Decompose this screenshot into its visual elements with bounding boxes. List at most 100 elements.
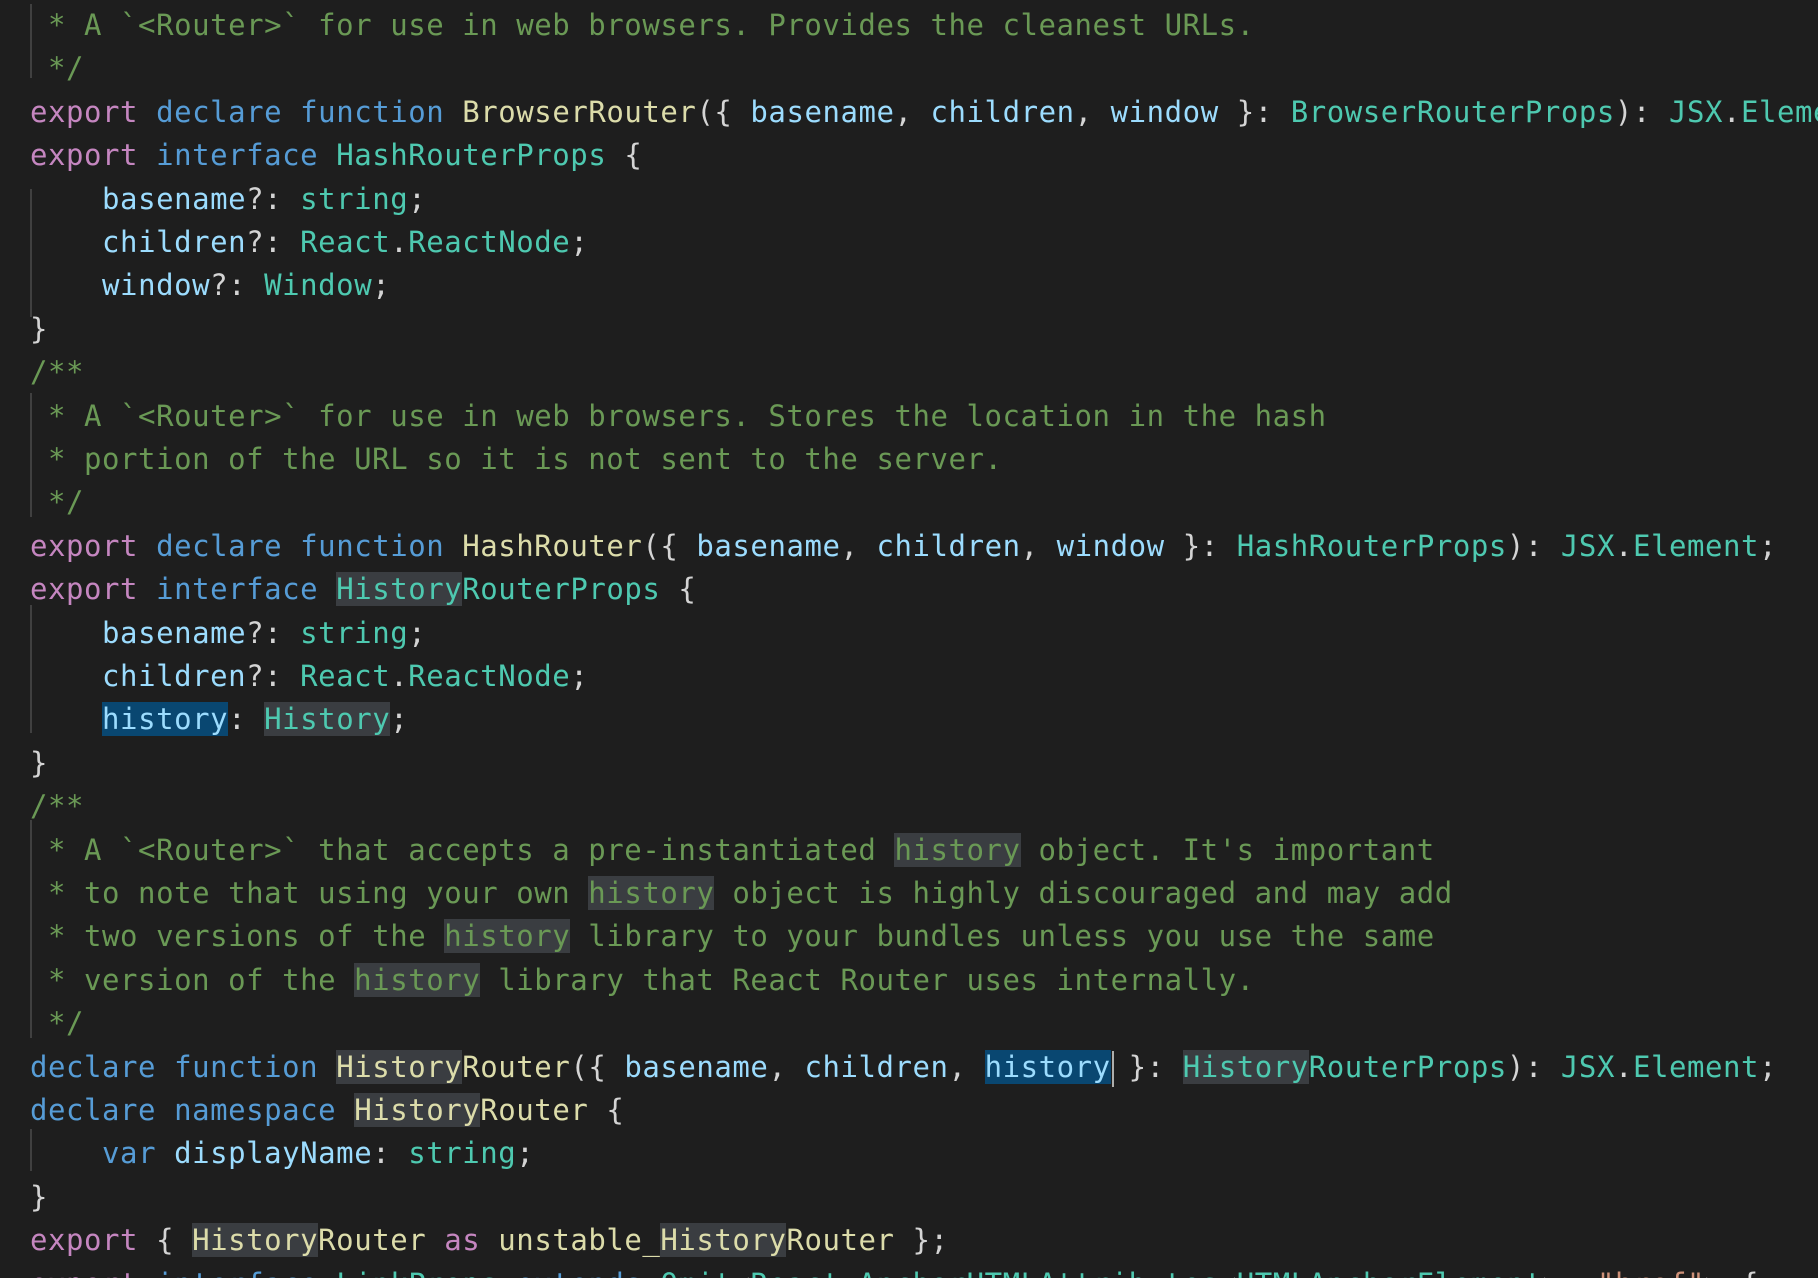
code-token: window xyxy=(1110,94,1219,129)
code-line[interactable]: * portion of the URL so it is not sent t… xyxy=(30,438,1003,481)
code-line[interactable]: window?: Window; xyxy=(30,264,390,307)
code-token: ({ xyxy=(696,94,751,129)
code-token: export xyxy=(30,1223,139,1258)
code-token: declare xyxy=(156,94,283,129)
code-line[interactable]: /** xyxy=(30,351,84,394)
code-line[interactable]: */ xyxy=(30,1002,84,1045)
code-line[interactable]: * to note that using your own history ob… xyxy=(30,872,1453,915)
code-token: * A `<Router>` that accepts a pre-instan… xyxy=(30,832,895,867)
code-token: ; xyxy=(408,615,427,650)
code-line[interactable]: } xyxy=(30,742,48,785)
code-line[interactable]: var displayName: string; xyxy=(30,1132,534,1175)
code-line[interactable]: export interface HashRouterProps { xyxy=(30,134,642,177)
code-token: declare xyxy=(30,1093,157,1127)
code-token: , xyxy=(768,1049,805,1084)
code-token: * A `<Router>` for use in web browsers. … xyxy=(30,398,1327,433)
code-line[interactable]: export declare function BrowserRouter({ … xyxy=(30,91,1818,134)
code-token: * to note that using your own xyxy=(30,876,589,910)
code-line[interactable]: history: History; xyxy=(30,698,408,741)
code-token: HTMLAnchorElement xyxy=(1237,1267,1543,1278)
code-token: interface xyxy=(156,572,319,607)
code-line[interactable]: declare namespace HistoryRouter { xyxy=(30,1089,624,1132)
code-token: . xyxy=(1722,94,1741,129)
code-token: basename xyxy=(624,1049,769,1084)
code-line[interactable]: children?: React.ReactNode; xyxy=(30,655,588,698)
code-line[interactable]: } xyxy=(30,1176,48,1219)
code-token: declare xyxy=(156,528,283,563)
code-token: export xyxy=(30,572,139,607)
code-token: function xyxy=(300,528,445,563)
code-token: ?: xyxy=(210,268,265,303)
code-token: function xyxy=(300,94,445,129)
code-editor[interactable]: * A `<Router>` for use in web browsers. … xyxy=(0,0,1818,1278)
code-line[interactable]: * A `<Router>` for use in web browsers. … xyxy=(30,4,1255,47)
code-token: RouterProps xyxy=(462,572,661,607)
code-token: }: xyxy=(1164,528,1237,563)
code-token: HashRouter xyxy=(462,528,643,563)
code-line[interactable]: basename?: string; xyxy=(30,178,426,221)
code-token: displayName xyxy=(174,1136,373,1171)
code-line[interactable]: * version of the history library that Re… xyxy=(30,959,1255,1002)
code-line[interactable]: } xyxy=(30,308,48,351)
code-token: library to your bundles unless you use t… xyxy=(570,919,1435,954)
code-token: */ xyxy=(30,51,85,86)
code-line[interactable]: export { HistoryRouter as unstable_Histo… xyxy=(30,1219,949,1262)
code-token: ; xyxy=(516,1136,535,1171)
code-token: basename xyxy=(696,528,841,563)
code-line[interactable]: children?: React.ReactNode; xyxy=(30,221,588,264)
code-token: < xyxy=(1219,1267,1237,1278)
code-token: "href" xyxy=(1597,1267,1705,1278)
code-line[interactable]: export interface LinkProps extends Omit<… xyxy=(30,1263,1759,1278)
code-token: */ xyxy=(30,1006,85,1041)
code-token: > { xyxy=(1705,1267,1759,1278)
code-line[interactable]: */ xyxy=(30,481,84,524)
code-token: , xyxy=(1074,94,1111,129)
code-token: * portion of the URL so it is not sent t… xyxy=(30,442,1003,476)
code-token: ): xyxy=(1506,528,1561,563)
code-line[interactable]: /** xyxy=(30,785,84,828)
code-token: * two versions of the xyxy=(30,919,445,954)
code-token: ({ xyxy=(570,1049,625,1084)
code-line[interactable]: export declare function HashRouter({ bas… xyxy=(30,525,1777,568)
code-token: . xyxy=(1614,1049,1633,1084)
code-token: ): xyxy=(1614,94,1669,129)
code-token: JSX xyxy=(1560,1049,1615,1084)
code-line[interactable]: export interface HistoryRouterProps { xyxy=(30,568,696,611)
code-token: HashRouterProps xyxy=(1236,528,1507,563)
code-token: >, xyxy=(1543,1267,1597,1278)
code-token: BrowserRouter xyxy=(462,94,697,129)
code-token: interface xyxy=(156,138,319,173)
selected-token: history xyxy=(102,702,229,737)
code-token: { xyxy=(138,1223,193,1258)
code-token: export xyxy=(30,138,139,173)
code-line[interactable]: declare function HistoryRouter({ basenam… xyxy=(30,1046,1777,1089)
code-line[interactable]: basename?: string; xyxy=(30,612,426,655)
code-line[interactable]: * two versions of the history library to… xyxy=(30,915,1435,958)
code-token: extends xyxy=(516,1267,642,1278)
code-token: . xyxy=(1614,528,1633,563)
code-token: < xyxy=(732,1267,750,1278)
code-token: basename xyxy=(750,94,895,129)
code-line[interactable]: * A `<Router>` that accepts a pre-instan… xyxy=(30,829,1435,872)
code-token: ?: xyxy=(246,615,301,650)
selected-token: history xyxy=(984,1049,1111,1084)
code-token: window xyxy=(1056,528,1165,563)
code-line[interactable]: */ xyxy=(30,47,84,90)
code-token: LinkProps xyxy=(336,1267,498,1278)
code-line[interactable]: * A `<Router>` for use in web browsers. … xyxy=(30,395,1327,438)
highlighted-token: History xyxy=(192,1223,319,1258)
